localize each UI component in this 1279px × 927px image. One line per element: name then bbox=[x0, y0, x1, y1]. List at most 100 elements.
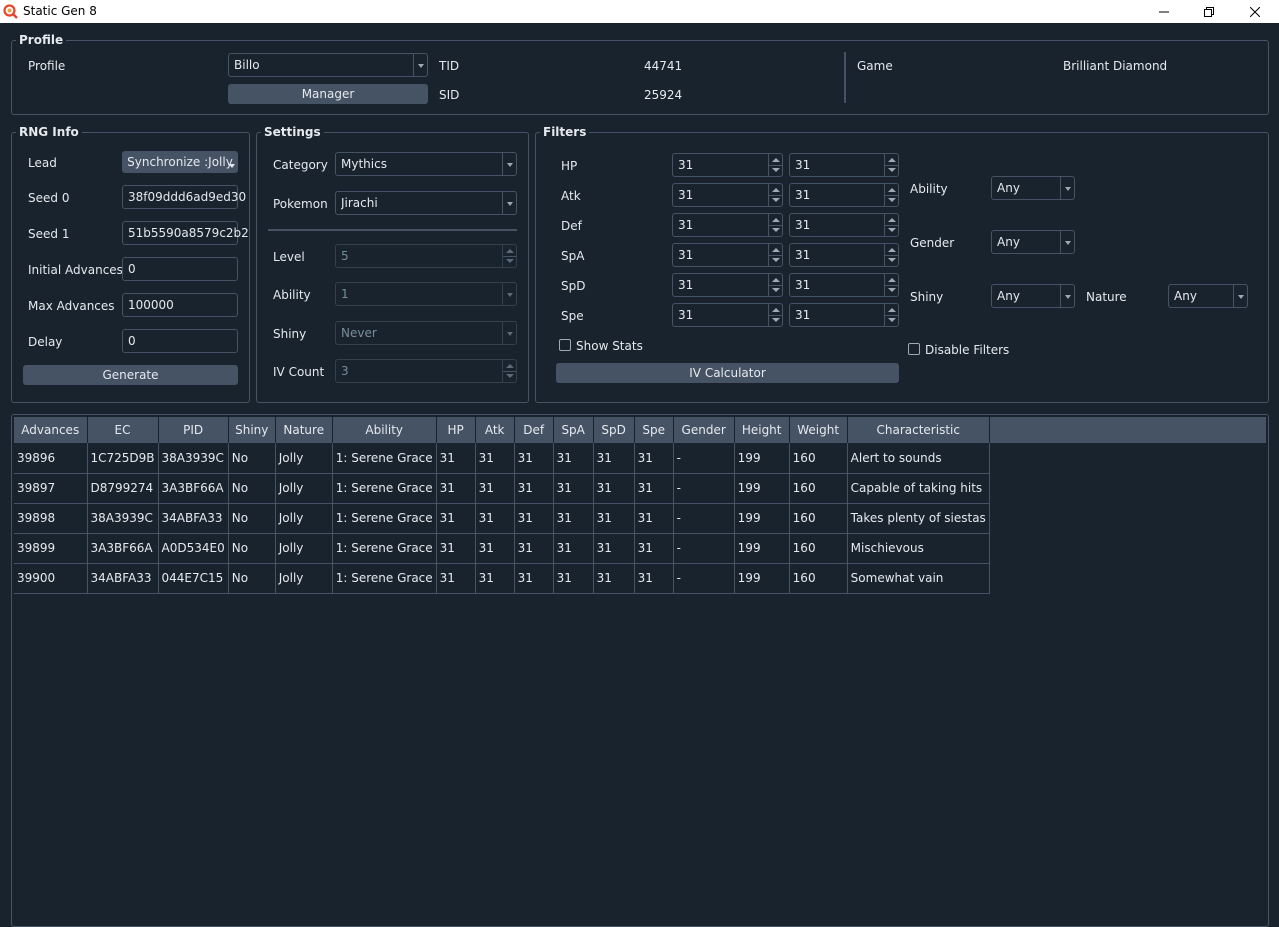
filter-gender-combobox[interactable]: Any bbox=[991, 230, 1075, 254]
shiny-value: Never bbox=[341, 326, 377, 340]
close-button[interactable] bbox=[1232, 0, 1278, 23]
col-height[interactable]: Height bbox=[734, 417, 790, 443]
filter-ability-combobox[interactable]: Any bbox=[991, 176, 1075, 200]
spin-arrows-icon bbox=[502, 245, 516, 267]
iv-min-spa[interactable]: 31 bbox=[672, 243, 783, 267]
cell: 38A3939C bbox=[87, 503, 159, 534]
disable-filters-label: Disable Filters bbox=[925, 343, 1010, 357]
cell: 31 bbox=[553, 533, 594, 564]
cell: 199 bbox=[734, 473, 790, 504]
max-advances-input[interactable]: 100000 bbox=[122, 293, 238, 317]
pokemon-label: Pokemon bbox=[273, 197, 328, 211]
cell: 31 bbox=[553, 563, 594, 594]
cell: Jolly bbox=[275, 563, 333, 594]
filter-shiny-combobox[interactable]: Any bbox=[991, 284, 1075, 308]
initial-advances-input[interactable]: 0 bbox=[122, 257, 238, 281]
cell: 39899 bbox=[14, 533, 88, 564]
iv-max-spd[interactable]: 31 bbox=[789, 273, 899, 297]
ability-combobox[interactable]: 1 bbox=[335, 282, 517, 306]
cell: 3A3BF66A bbox=[158, 473, 229, 504]
cell: Takes plenty of siestas bbox=[847, 503, 990, 534]
filter-shiny-value: Any bbox=[997, 289, 1020, 303]
col-characteristic[interactable]: Characteristic bbox=[847, 417, 990, 443]
iv-max-hp[interactable]: 31 bbox=[789, 153, 899, 177]
initial-advances-label: Initial Advances bbox=[28, 263, 123, 277]
lead-button[interactable]: Synchronize :Jolly bbox=[122, 151, 238, 173]
chevron-down-icon bbox=[502, 283, 516, 305]
col-gender[interactable]: Gender bbox=[673, 417, 735, 443]
table-row[interactable]: 39896 1C725D9B 38A3939C No Jolly 1: Serene Gr… bbox=[14, 443, 990, 474]
chevron-down-icon bbox=[1060, 231, 1074, 253]
col-spa[interactable]: SpA bbox=[553, 417, 594, 443]
cell: 31 bbox=[514, 503, 554, 534]
restore-button[interactable] bbox=[1186, 0, 1232, 23]
iv-label-spd: SpD bbox=[561, 279, 586, 293]
iv-min-hp[interactable]: 31 bbox=[672, 153, 783, 177]
table-row[interactable]: 39898 38A3939C 34ABFA33 No Jolly 1: Serene Gr… bbox=[14, 503, 990, 534]
lead-label: Lead bbox=[28, 156, 57, 170]
iv-count-spinbox[interactable]: 3 bbox=[335, 359, 517, 383]
col-nature[interactable]: Nature bbox=[275, 417, 333, 443]
col-hp[interactable]: HP bbox=[436, 417, 476, 443]
table-row[interactable]: 39899 3A3BF66A A0D534E0 No Jolly 1: Serene Gr… bbox=[14, 533, 990, 564]
cell: Alert to sounds bbox=[847, 443, 990, 474]
generate-button[interactable]: Generate bbox=[23, 365, 238, 385]
chevron-down-icon bbox=[413, 54, 427, 76]
shiny-combobox[interactable]: Never bbox=[335, 321, 517, 345]
col-advances[interactable]: Advances bbox=[14, 417, 88, 443]
cell: 31 bbox=[475, 473, 515, 504]
minimize-button[interactable] bbox=[1141, 0, 1187, 23]
iv-max-spa[interactable]: 31 bbox=[789, 243, 899, 267]
cell: 31 bbox=[436, 533, 476, 564]
col-atk[interactable]: Atk bbox=[475, 417, 515, 443]
results-table[interactable]: Advances EC PID Shiny Nature Ability HP … bbox=[11, 414, 1269, 927]
col-ability[interactable]: Ability bbox=[332, 417, 437, 443]
iv-min-spd[interactable]: 31 bbox=[672, 273, 783, 297]
manager-button[interactable]: Manager bbox=[228, 84, 428, 104]
show-stats-checkbox[interactable] bbox=[559, 339, 571, 351]
col-weight[interactable]: Weight bbox=[789, 417, 848, 443]
profile-value: Billo bbox=[234, 58, 260, 72]
iv-max-atk[interactable]: 31 bbox=[789, 183, 899, 207]
col-shiny[interactable]: Shiny bbox=[228, 417, 276, 443]
cell: - bbox=[673, 443, 735, 474]
col-def[interactable]: Def bbox=[514, 417, 554, 443]
cell: 31 bbox=[634, 473, 674, 504]
iv-max-value: 31 bbox=[795, 308, 811, 322]
tid-label: TID bbox=[439, 59, 460, 73]
sid-value: 25924 bbox=[644, 88, 683, 102]
col-spd[interactable]: SpD bbox=[593, 417, 635, 443]
cell: 31 bbox=[475, 563, 515, 594]
level-spinbox[interactable]: 5 bbox=[335, 244, 517, 268]
cell: Jolly bbox=[275, 503, 333, 534]
category-combobox[interactable]: Mythics bbox=[335, 152, 517, 176]
iv-min-spe[interactable]: 31 bbox=[672, 303, 783, 327]
iv-min-def[interactable]: 31 bbox=[672, 213, 783, 237]
delay-input[interactable]: 0 bbox=[122, 329, 238, 353]
iv-max-spe[interactable]: 31 bbox=[789, 303, 899, 327]
table-row[interactable]: 39900 34ABFA33 044E7C15 No Jolly 1: Serene Gr… bbox=[14, 563, 990, 594]
filter-nature-combobox[interactable]: Any bbox=[1168, 284, 1248, 308]
iv-max-def[interactable]: 31 bbox=[789, 213, 899, 237]
filter-ability-label: Ability bbox=[910, 182, 948, 196]
col-spe[interactable]: Spe bbox=[634, 417, 674, 443]
iv-count-label: IV Count bbox=[273, 365, 325, 379]
col-ec[interactable]: EC bbox=[87, 417, 159, 443]
disable-filters-checkbox[interactable] bbox=[908, 343, 920, 355]
iv-calculator-button[interactable]: IV Calculator bbox=[556, 363, 899, 383]
spin-arrows-icon bbox=[884, 214, 898, 236]
seed1-input[interactable]: 51b5590a8579c2b2 bbox=[122, 221, 249, 245]
filter-nature-label: Nature bbox=[1086, 290, 1127, 304]
iv-label-atk: Atk bbox=[561, 189, 581, 203]
col-pid[interactable]: PID bbox=[158, 417, 229, 443]
cell: 1C725D9B bbox=[87, 443, 159, 474]
pokemon-combobox[interactable]: Jirachi bbox=[335, 191, 517, 215]
iv-min-atk[interactable]: 31 bbox=[672, 183, 783, 207]
table-row[interactable]: 39897 D8799274 3A3BF66A No Jolly 1: Serene Gr… bbox=[14, 473, 990, 504]
cell: 31 bbox=[436, 503, 476, 534]
profile-combobox[interactable]: Billo bbox=[228, 53, 428, 77]
cell: 31 bbox=[475, 503, 515, 534]
profile-separator bbox=[844, 52, 846, 103]
seed0-input[interactable]: 38f09ddd6ad9ed30 bbox=[122, 185, 246, 209]
cell: 160 bbox=[789, 473, 848, 504]
